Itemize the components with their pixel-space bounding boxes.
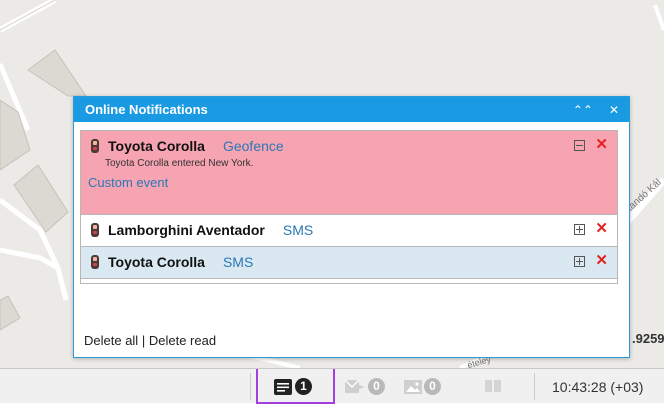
online-notifications-panel: Online Notifications ⌃⌃ ✕ Toyota Corolla… (73, 96, 630, 358)
panel-title: Online Notifications (85, 102, 208, 117)
expand-item-icon[interactable] (574, 223, 586, 235)
notifications-icon[interactable] (274, 379, 292, 395)
car-icon (91, 139, 99, 153)
collapse-item-icon[interactable] (574, 139, 586, 151)
collapse-icon[interactable]: ⌃⌃ (573, 103, 593, 117)
car-icon (91, 255, 99, 269)
notification-item[interactable]: Lamborghini Aventador SMS ✕ (81, 215, 617, 247)
vehicle-name: Toyota Corolla (108, 138, 205, 154)
vehicle-name: Toyota Corolla (108, 254, 205, 270)
notification-list: Toyota Corolla Geofence Toyota Corolla e… (80, 130, 618, 284)
divider (534, 373, 535, 400)
expand-item-icon[interactable] (574, 255, 586, 267)
vehicle-name: Lamborghini Aventador (108, 222, 265, 238)
delete-item-icon[interactable]: ✕ (595, 221, 608, 236)
footer-separator: | (141, 333, 146, 348)
panel-header: Online Notifications ⌃⌃ ✕ (74, 97, 629, 122)
delete-all-link[interactable]: Delete all (84, 333, 138, 348)
delete-read-link[interactable]: Delete read (149, 333, 216, 348)
custom-event-link[interactable]: Custom event (81, 175, 617, 190)
event-type-link[interactable]: SMS (223, 254, 253, 270)
notification-item[interactable]: Toyota Corolla SMS ✕ (81, 247, 617, 279)
close-icon[interactable]: ✕ (609, 103, 619, 117)
event-type-link[interactable]: Geofence (223, 138, 284, 154)
car-icon (91, 223, 99, 237)
panel-footer: Delete all | Delete read (84, 333, 216, 348)
delete-item-icon[interactable]: ✕ (595, 137, 608, 152)
notification-item[interactable]: Toyota Corolla Geofence Toyota Corolla e… (81, 131, 617, 215)
notification-description: Toyota Corolla entered New York. (105, 158, 254, 169)
status-bar: 1 0 0 10:43:28 (+03) (0, 368, 664, 404)
clock-time: 10:43:28 (+03) (552, 379, 644, 395)
delete-item-icon[interactable]: ✕ (595, 253, 608, 268)
messages-icon[interactable] (345, 379, 365, 395)
images-count-badge: 0 (424, 378, 441, 395)
images-icon[interactable] (404, 379, 422, 395)
event-type-link[interactable]: SMS (283, 222, 313, 238)
notifications-count-badge: 1 (295, 378, 312, 395)
messages-count-badge: 0 (368, 378, 385, 395)
coordinate-fragment: .9259 (632, 331, 664, 346)
layout-icon[interactable] (485, 379, 501, 393)
divider (250, 373, 251, 400)
